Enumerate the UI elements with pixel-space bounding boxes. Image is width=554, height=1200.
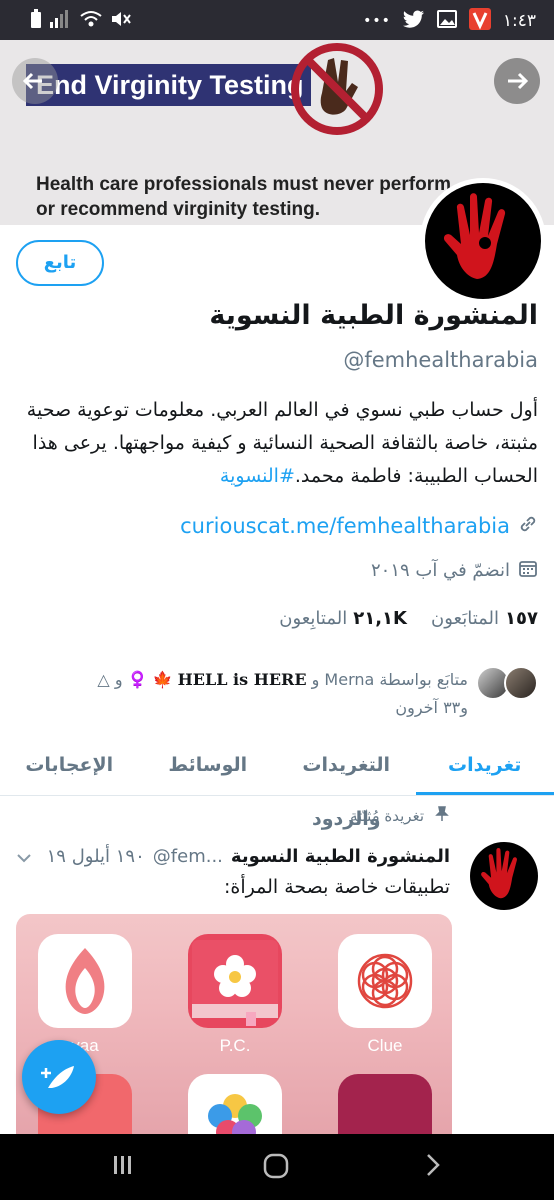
following-label: المتابَعون <box>431 608 500 629</box>
clock: ١:٤٣ <box>502 11 536 31</box>
mute-icon <box>110 10 132 32</box>
link-icon <box>518 514 538 538</box>
followers-label: المتابِعون <box>279 608 348 629</box>
system-nav-bar <box>0 1134 554 1200</box>
pc-app-label: P.C. <box>219 1036 251 1055</box>
pinned-label-row: تغريدة مُثبّتة <box>350 806 450 826</box>
twitter-icon <box>402 10 425 32</box>
status-icons-left <box>30 9 132 33</box>
tab-tweets-replies[interactable]: التغريدات والردود <box>277 738 416 830</box>
profile-name: المنشورة الطبية النسوية <box>209 300 538 331</box>
pinned-label: تغريدة مُثبّتة <box>349 807 424 825</box>
recent-apps-button[interactable] <box>110 1152 136 1185</box>
forward-button[interactable] <box>494 58 540 104</box>
follower-avatars <box>476 666 538 700</box>
more-dots: ••• <box>363 13 391 29</box>
profile-stats: ١٥٧المتابَعون ٢١,١Kالمتابِعون <box>279 608 538 629</box>
tweet-header: المنشورة الطبية النسوية @fem... ١٩٠ أيلو… <box>47 846 450 867</box>
back-arrow-icon <box>22 72 42 90</box>
status-bar: ••• ١:٤٣ <box>0 0 554 40</box>
tweet-author-avatar[interactable] <box>470 842 538 910</box>
tab-media[interactable]: الوسائط <box>139 738 278 795</box>
banner-subtitle-line1: Health care professionals must never per… <box>36 174 451 195</box>
banner-subtitle-line2: or recommend virginity testing. <box>36 199 320 220</box>
circle-app-icon <box>338 1074 432 1134</box>
wifi-icon <box>80 10 102 32</box>
compose-tweet-button[interactable] <box>22 1040 96 1114</box>
back-button[interactable] <box>12 58 58 104</box>
vpn-icon <box>468 8 491 34</box>
battery-icon <box>30 9 42 33</box>
followed-by-others: و٣٣ آخرون <box>395 698 468 717</box>
flame-app-icon <box>38 934 132 1028</box>
joined-date: انضمّ في آب ٢٠١٩ <box>371 560 510 581</box>
following-count: ١٥٧ <box>505 608 538 629</box>
pin-icon <box>434 806 450 826</box>
profile-tabs: تغريدات التغريدات والردود الوسائط الإعجا… <box>0 738 554 830</box>
red-hand-icon <box>443 193 506 279</box>
tab-tweets[interactable]: تغريدات <box>415 738 554 795</box>
profile-link[interactable]: curiouscat.me/femhealtharabia <box>180 514 510 538</box>
follow-button[interactable]: تابع <box>16 240 104 286</box>
chevron-right-icon <box>427 1154 440 1176</box>
no-hand-sign-icon <box>290 42 384 136</box>
banner-subtitle: Health care professionals must never per… <box>36 172 451 222</box>
bio-hashtag[interactable]: #النسوية <box>220 465 295 487</box>
followed-by-row[interactable]: متابَع بواسطة Merna و HELL is HERE 🍁 ♀️ … <box>18 666 538 722</box>
followed-by-text: متابَع بواسطة Merna و HELL is HERE 🍁 ♀️ … <box>18 666 468 722</box>
followed-by-prefix: متابَع بواسطة Merna و <box>311 670 468 689</box>
red-hand-icon <box>481 848 517 899</box>
forward-arrow-icon <box>508 72 529 90</box>
tweet-author-handle: @fem... <box>152 846 223 867</box>
tweet-date: ١٩٠ أيلول ١٩ <box>46 846 145 867</box>
gallery-icon <box>436 10 457 32</box>
calendar-icon <box>518 558 538 583</box>
joined-row: انضمّ في آب ٢٠١٩ <box>371 558 538 583</box>
tweet-menu-chevron-icon[interactable] <box>16 848 32 869</box>
signal-icon <box>50 10 72 32</box>
clue-app-icon <box>338 934 432 1028</box>
tab-likes[interactable]: الإعجابات <box>0 738 139 795</box>
profile-link-row[interactable]: curiouscat.me/femhealtharabia <box>180 514 538 538</box>
home-icon <box>263 1153 289 1179</box>
status-icons-right: ••• ١:٤٣ <box>363 8 536 34</box>
clue-app-label: Clue <box>367 1036 403 1055</box>
follower-avatar <box>504 666 538 700</box>
followers-count: ٢١,١K <box>353 608 407 629</box>
followed-by-suffix: و △ <box>97 670 123 689</box>
followed-by-bold: HELL is HERE <box>177 670 307 689</box>
tweet-text: تطبيقات خاصة بصحة المرأة: <box>224 876 450 898</box>
system-back-button[interactable] <box>420 1152 446 1185</box>
profile-bio: أول حساب طبي نسوي في العالم العربي. معلو… <box>18 394 538 493</box>
banner-title: End Virginity Testing <box>26 64 311 106</box>
recent-apps-icon <box>114 1156 131 1174</box>
tweet-author-name[interactable]: المنشورة الطبية النسوية <box>231 846 450 867</box>
home-button[interactable] <box>262 1152 290 1187</box>
compose-feather-icon <box>41 1066 74 1088</box>
profile-avatar[interactable] <box>420 178 546 304</box>
pc-app-icon <box>188 934 282 1028</box>
profile-handle: @femhealtharabia <box>343 348 538 372</box>
followed-by-emojis: 🍁 ♀️ <box>127 670 173 689</box>
flower-app-icon <box>188 1074 282 1134</box>
followers-stat[interactable]: ٢١,١Kالمتابِعون <box>279 608 407 629</box>
following-stat[interactable]: ١٥٧المتابَعون <box>431 608 538 629</box>
